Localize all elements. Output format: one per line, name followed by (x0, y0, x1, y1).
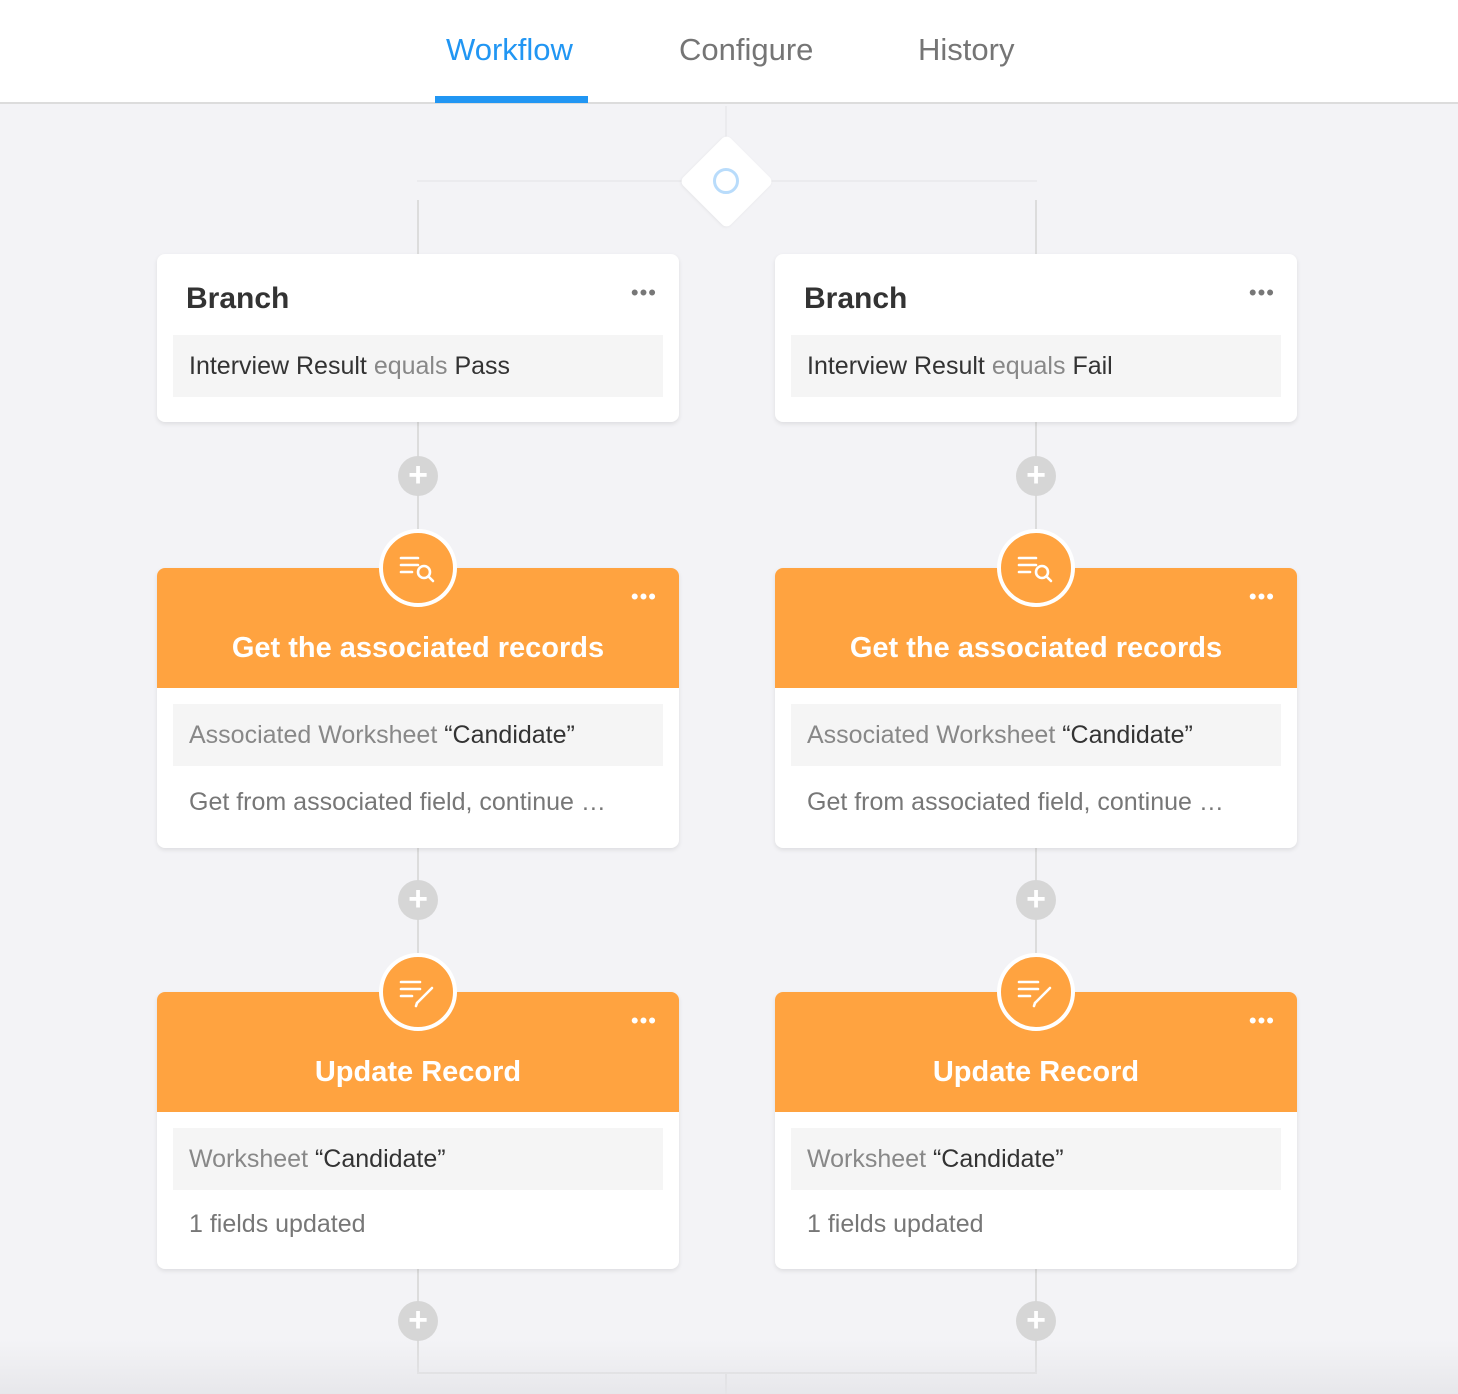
worksheet-info: Worksheet “Candidate” (173, 1128, 663, 1190)
worksheet-value: “Candidate” (314, 1145, 446, 1173)
add-node-button[interactable]: + (1016, 880, 1056, 920)
worksheet-info: Associated Worksheet “Candidate” (173, 704, 663, 766)
more-icon[interactable]: ••• (1249, 584, 1275, 610)
branch-condition: Interview Result equals Pass (173, 335, 663, 397)
list-edit-icon (997, 953, 1075, 1031)
worksheet-info: Worksheet “Candidate” (791, 1128, 1281, 1190)
add-node-button[interactable]: + (398, 456, 438, 496)
add-node-button[interactable]: + (398, 1301, 438, 1341)
add-node-button[interactable]: + (1016, 1301, 1056, 1341)
tab-configure[interactable]: Configure (679, 32, 813, 68)
more-icon[interactable]: ••• (1249, 280, 1275, 306)
card-description: 1 fields updated (189, 1210, 366, 1238)
worksheet-value: “Candidate” (444, 721, 575, 749)
connector-line (1035, 200, 1037, 256)
branch-condition: Interview Result equals Fail (791, 335, 1281, 397)
worksheet-label: Worksheet (189, 1145, 309, 1173)
card-description: Get from associated field, continue … (807, 788, 1224, 816)
get-records-card[interactable]: ••• Get the associated records Associate… (157, 568, 679, 848)
list-search-icon (379, 529, 457, 607)
worksheet-info: Associated Worksheet “Candidate” (791, 704, 1281, 766)
active-tab-indicator (435, 96, 588, 103)
more-icon[interactable]: ••• (1249, 1008, 1275, 1034)
branch-card[interactable]: Branch ••• Interview Result equals Fail (775, 254, 1297, 422)
bottom-fade (0, 1340, 1458, 1394)
card-title: Update Record (932, 1056, 1140, 1088)
card-description: 1 fields updated (807, 1210, 984, 1238)
tab-bar: Workflow Configure History (0, 0, 1458, 104)
worksheet-value: “Candidate” (932, 1145, 1064, 1173)
list-edit-icon (379, 953, 457, 1031)
branch-node-icon (713, 168, 739, 194)
card-title: Get the associated records (231, 632, 605, 664)
update-record-card[interactable]: ••• Update Record Worksheet “Candidate” … (775, 992, 1297, 1269)
more-icon[interactable]: ••• (631, 1008, 657, 1034)
condition-value: Fail (1072, 352, 1113, 380)
condition-operator: equals (373, 352, 448, 380)
card-description: Get from associated field, continue … (189, 788, 606, 816)
add-node-button[interactable]: + (398, 880, 438, 920)
card-title: Get the associated records (849, 632, 1223, 664)
condition-field: Interview Result (189, 352, 367, 380)
update-record-card[interactable]: ••• Update Record Worksheet “Candidate” … (157, 992, 679, 1269)
worksheet-value: “Candidate” (1062, 721, 1193, 749)
tab-workflow[interactable]: Workflow (446, 32, 573, 68)
more-icon[interactable]: ••• (631, 584, 657, 610)
condition-operator: equals (991, 352, 1066, 380)
connector-line (417, 200, 419, 256)
more-icon[interactable]: ••• (631, 280, 657, 306)
card-title: Update Record (314, 1056, 522, 1088)
condition-value: Pass (454, 352, 511, 380)
worksheet-label: Associated Worksheet (189, 721, 438, 749)
branch-title: Branch (186, 282, 290, 315)
condition-field: Interview Result (807, 352, 985, 380)
branch-title: Branch (804, 282, 908, 315)
get-records-card[interactable]: ••• Get the associated records Associate… (775, 568, 1297, 848)
add-node-button[interactable]: + (1016, 456, 1056, 496)
branch-card[interactable]: Branch ••• Interview Result equals Pass (157, 254, 679, 422)
list-search-icon (997, 529, 1075, 607)
worksheet-label: Associated Worksheet (807, 721, 1056, 749)
worksheet-label: Worksheet (807, 1145, 927, 1173)
tab-history[interactable]: History (918, 32, 1014, 68)
